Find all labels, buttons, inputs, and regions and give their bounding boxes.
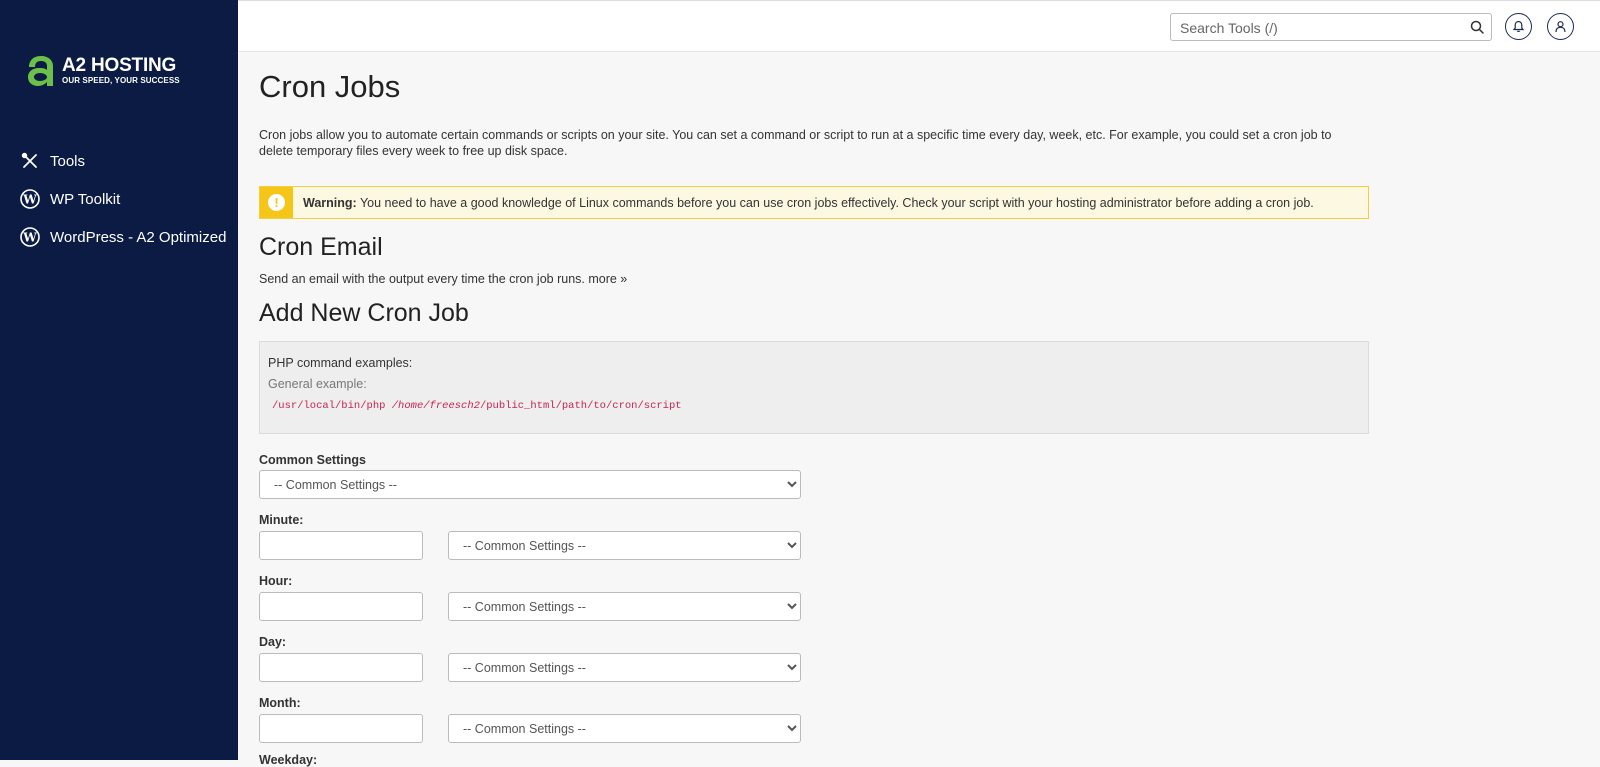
month-common-select[interactable]: -- Common Settings -- <box>448 714 801 743</box>
top-bar <box>238 0 1600 52</box>
a2-hosting-logo[interactable]: A2 HOSTING OUR SPEED, YOUR SUCCESS <box>26 52 180 88</box>
user-menu-button[interactable] <box>1547 13 1574 40</box>
tools-icon <box>20 151 40 171</box>
notifications-button[interactable] <box>1505 13 1532 40</box>
sidebar-nav: Tools W WP Toolkit W WordPress - A2 Opti… <box>20 142 226 256</box>
php-examples-box: PHP command examples: General example: /… <box>259 341 1369 434</box>
a2-logo-mark-icon <box>28 56 53 86</box>
page-title: Cron Jobs <box>259 69 401 104</box>
logo-title: A2 HOSTING <box>62 54 177 76</box>
search-input[interactable] <box>1178 15 1462 41</box>
more-link[interactable]: more » <box>588 272 627 286</box>
svg-text:W: W <box>22 193 37 207</box>
warning-text: Warning: You need to have a good knowled… <box>303 196 1314 210</box>
code-suffix: /public_html/path/to/cron/script <box>479 400 682 412</box>
minute-input[interactable] <box>259 531 423 560</box>
hour-common-select[interactable]: -- Common Settings -- <box>448 592 801 621</box>
user-icon <box>1555 21 1566 33</box>
hour-input[interactable] <box>259 592 423 621</box>
day-label: Day: <box>259 635 287 649</box>
sidebar-item-label: WP Toolkit <box>50 190 121 208</box>
search-icon[interactable] <box>1470 20 1484 34</box>
code-prefix: /usr/local/bin/php <box>272 400 392 412</box>
wordpress-icon: W <box>20 189 40 209</box>
sidebar-item-label: WordPress - A2 Optimized <box>50 228 227 246</box>
wordpress-icon: W <box>20 227 40 247</box>
bell-icon <box>1512 20 1525 32</box>
cron-email-text: Send an email with the output every time… <box>259 272 585 286</box>
logo-tagline: OUR SPEED, YOUR SUCCESS <box>62 75 180 85</box>
example-command: /usr/local/bin/php /home/freesch2/public… <box>272 400 1360 412</box>
examples-heading: PHP command examples: <box>268 356 413 370</box>
cron-email-description: Send an email with the output every time… <box>259 272 627 286</box>
warning-message: You need to have a good knowledge of Lin… <box>356 195 1314 210</box>
sidebar-item-wp-toolkit[interactable]: W WP Toolkit <box>20 180 226 218</box>
svg-text:W: W <box>22 231 37 245</box>
cron-email-heading: Cron Email <box>259 233 383 261</box>
day-common-select[interactable]: -- Common Settings -- <box>448 653 801 682</box>
sidebar-item-tools[interactable]: Tools <box>20 142 226 180</box>
exclamation-icon: ! <box>268 194 285 211</box>
intro-text: Cron jobs allow you to automate certain … <box>259 128 1332 158</box>
month-input[interactable] <box>259 714 423 743</box>
day-input[interactable] <box>259 653 423 682</box>
month-label: Month: <box>259 696 301 710</box>
minute-label: Minute: <box>259 513 304 527</box>
code-home-path: /home/freesch2 <box>391 400 480 412</box>
warning-icon-box: ! <box>260 187 293 218</box>
warning-label: Warning: <box>303 195 357 210</box>
common-settings-label: Common Settings <box>259 453 366 467</box>
warning-alert: ! Warning: You need to have a good knowl… <box>259 186 1369 219</box>
weekday-label: Weekday: <box>259 753 318 767</box>
add-cron-job-heading: Add New Cron Job <box>259 299 469 327</box>
search-box <box>1170 13 1492 41</box>
common-settings-select[interactable]: -- Common Settings -- <box>259 470 801 499</box>
hour-label: Hour: <box>259 574 293 588</box>
sidebar-item-label: Tools <box>50 152 86 170</box>
sidebar: A2 HOSTING OUR SPEED, YOUR SUCCESS Tools… <box>0 0 238 760</box>
minute-common-select[interactable]: -- Common Settings -- <box>448 531 801 560</box>
sidebar-item-wordpress-a2-optimized[interactable]: W WordPress - A2 Optimized <box>20 218 226 256</box>
general-example-label: General example: <box>268 377 367 391</box>
